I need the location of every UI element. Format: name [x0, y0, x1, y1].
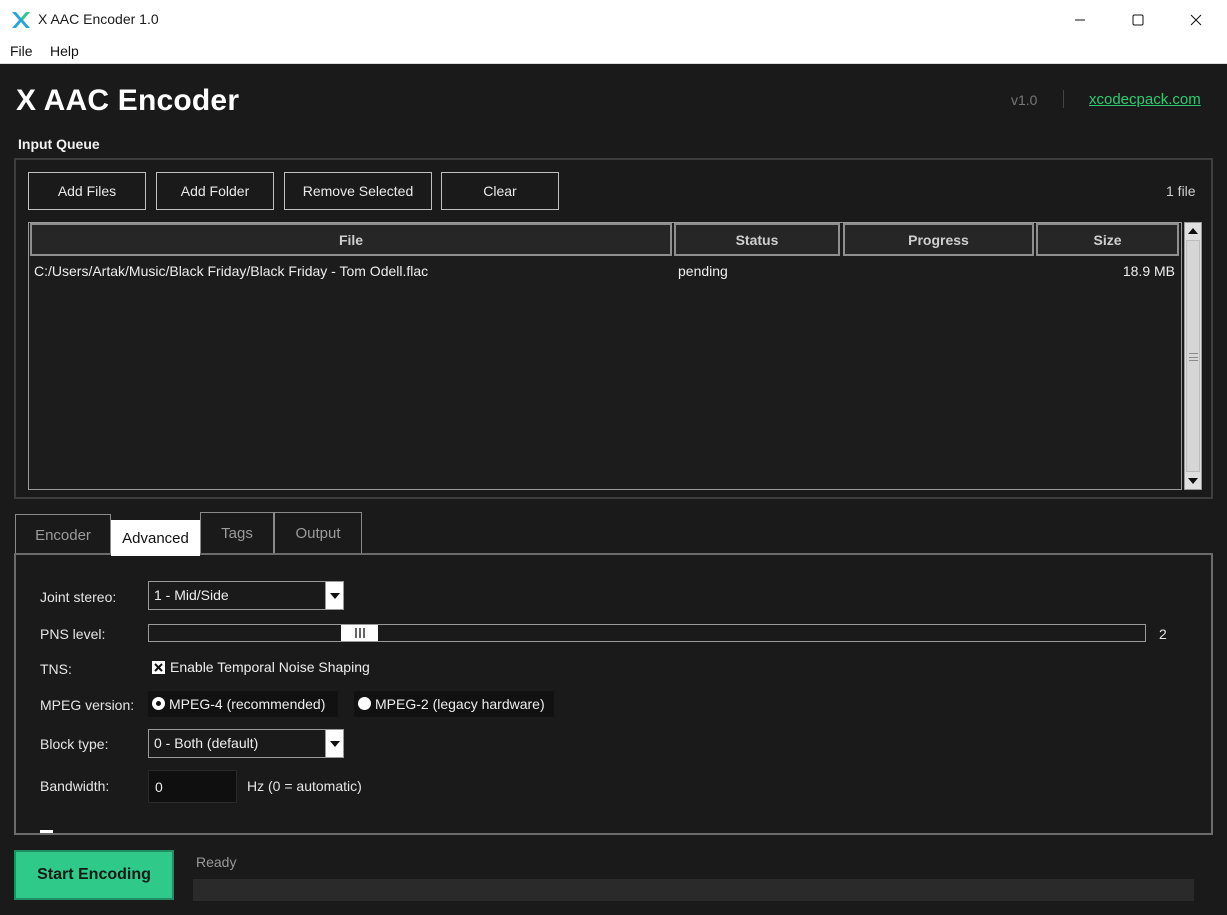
close-button[interactable]: [1167, 0, 1225, 39]
app-logo-icon: [12, 12, 30, 28]
pns-level-label: PNS level:: [40, 626, 106, 642]
minimize-button[interactable]: [1051, 0, 1109, 39]
chevron-down-icon: [329, 740, 340, 747]
scroll-up-button[interactable]: [1185, 223, 1201, 239]
pns-level-value: 2: [1159, 626, 1167, 642]
column-header-status[interactable]: Status: [674, 223, 840, 256]
website-link[interactable]: xcodecpack.com: [1089, 91, 1201, 108]
clipped-option-row: [40, 828, 59, 833]
mpeg-version-label: MPEG version:: [40, 697, 135, 713]
window-title: X AAC Encoder 1.0: [38, 11, 159, 27]
column-header-file[interactable]: File: [30, 223, 672, 256]
joint-stereo-label: Joint stereo:: [40, 589, 117, 605]
tab-tags[interactable]: Tags: [200, 512, 274, 554]
joint-stereo-select[interactable]: 1 - Mid/Side: [148, 581, 326, 610]
tns-checkbox-label[interactable]: Enable Temporal Noise Shaping: [170, 659, 370, 675]
arrow-up-icon: [1188, 228, 1198, 234]
mpeg4-radio[interactable]: MPEG-4 (recommended): [148, 691, 338, 717]
main-content: X AAC Encoder v1.0 xcodecpack.com Input …: [2, 64, 1225, 915]
scroll-grip-icon: [1189, 353, 1198, 361]
mpeg2-radio-label: MPEG-2 (legacy hardware): [375, 696, 545, 712]
pns-level-slider[interactable]: [148, 624, 1146, 642]
mpeg2-radio[interactable]: MPEG-2 (legacy hardware): [354, 691, 554, 717]
queue-scrollbar[interactable]: [1184, 222, 1202, 490]
start-encoding-button[interactable]: Start Encoding: [14, 850, 174, 900]
block-type-dropdown-button[interactable]: [325, 729, 344, 758]
column-header-size[interactable]: Size: [1036, 223, 1179, 256]
status-text: Ready: [196, 854, 237, 870]
chevron-down-icon: [329, 592, 340, 599]
queue-table[interactable]: File Status Progress Size C:/Users/Artak…: [28, 222, 1182, 490]
pns-slider-thumb[interactable]: [341, 625, 378, 641]
bandwidth-unit-label: Hz (0 = automatic): [247, 778, 362, 794]
tab-encoder[interactable]: Encoder: [15, 514, 111, 556]
minimize-icon: [1075, 19, 1085, 20]
advanced-panel: Joint stereo: 1 - Mid/Side PNS level: 2 …: [14, 553, 1213, 835]
add-files-button[interactable]: Add Files: [28, 172, 146, 210]
radio-selected-icon: [152, 697, 165, 710]
column-header-progress[interactable]: Progress: [843, 223, 1034, 256]
menu-file[interactable]: File: [10, 43, 33, 59]
close-icon: [1190, 14, 1202, 25]
table-row-size: 18.9 MB: [1122, 263, 1175, 279]
block-type-label: Block type:: [40, 736, 109, 752]
app-title: X AAC Encoder: [16, 84, 240, 117]
title-bar: X AAC Encoder 1.0: [0, 0, 1227, 39]
maximize-icon: [1132, 14, 1144, 25]
bandwidth-input[interactable]: 0: [148, 770, 237, 803]
table-row-status: pending: [678, 263, 728, 279]
menu-bar: File Help: [0, 39, 1227, 64]
maximize-button[interactable]: [1109, 0, 1167, 39]
input-queue-label: Input Queue: [18, 136, 100, 152]
radio-unselected-icon: [358, 697, 371, 710]
header-divider: [1063, 90, 1064, 108]
checkmark-x-icon: [154, 663, 163, 672]
tns-checkbox[interactable]: [152, 661, 165, 674]
tab-output[interactable]: Output: [274, 512, 362, 554]
version-label: v1.0: [1011, 92, 1038, 108]
joint-stereo-dropdown-button[interactable]: [325, 581, 344, 610]
scroll-thumb[interactable]: [1186, 240, 1200, 472]
table-row-file[interactable]: C:/Users/Artak/Music/Black Friday/Black …: [34, 263, 428, 279]
remove-selected-button[interactable]: Remove Selected: [284, 172, 432, 210]
input-queue-frame: Add Files Add Folder Remove Selected Cle…: [14, 158, 1213, 499]
mpeg4-radio-label: MPEG-4 (recommended): [169, 696, 326, 712]
clear-button[interactable]: Clear: [441, 172, 559, 210]
scroll-down-button[interactable]: [1185, 473, 1201, 489]
arrow-down-icon: [1188, 478, 1198, 484]
clipped-checkbox-icon: [40, 830, 53, 833]
encode-progress-bar: [193, 879, 1194, 901]
menu-help[interactable]: Help: [50, 43, 79, 59]
file-count: 1 file: [1166, 183, 1196, 199]
add-folder-button[interactable]: Add Folder: [156, 172, 274, 210]
bandwidth-label: Bandwidth:: [40, 778, 110, 794]
block-type-select[interactable]: 0 - Both (default): [148, 729, 326, 758]
tns-label: TNS:: [40, 661, 72, 677]
tab-advanced[interactable]: Advanced: [111, 520, 200, 556]
